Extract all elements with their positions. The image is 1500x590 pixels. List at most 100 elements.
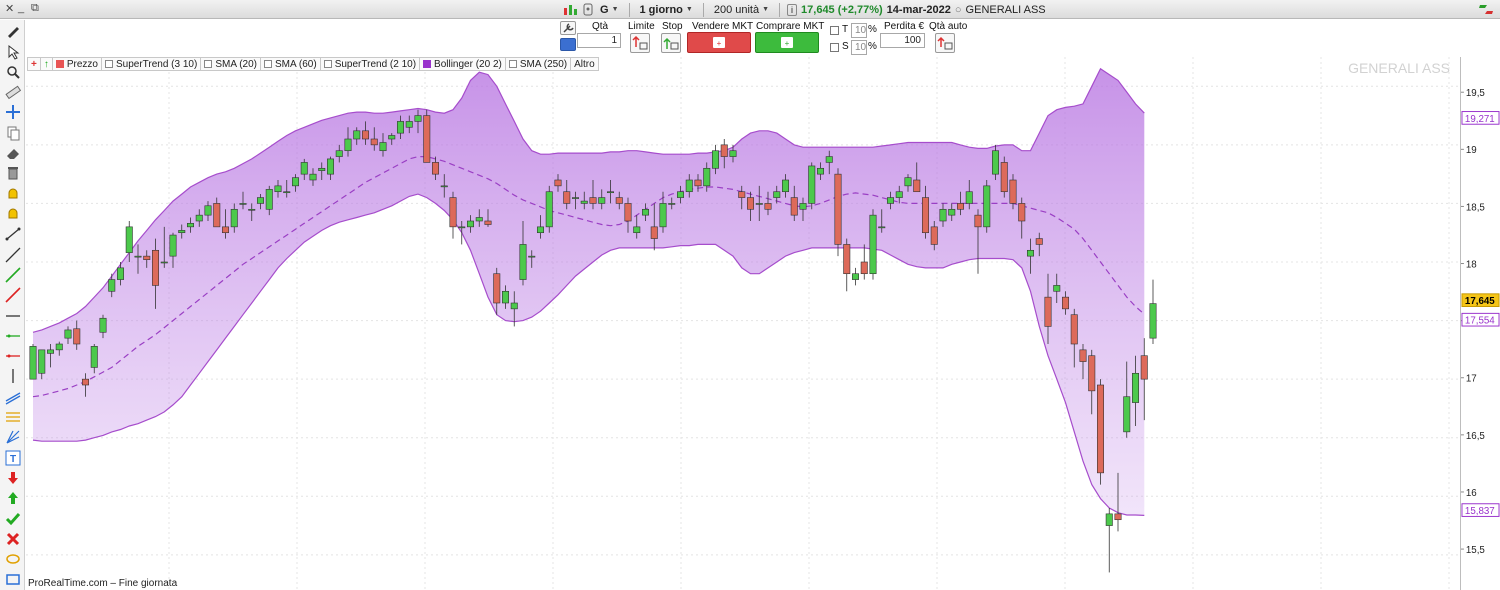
trendline-red-icon[interactable] <box>3 286 22 304</box>
qty-auto-icon[interactable] <box>935 33 955 53</box>
candle-body <box>825 156 833 163</box>
limit-order-icon[interactable] <box>630 33 650 53</box>
legend-item[interactable]: SuperTrend (2 10) <box>319 57 420 71</box>
rectangle-icon[interactable] <box>3 570 22 588</box>
candle <box>29 344 37 380</box>
legend-item[interactable]: SuperTrend (3 10) <box>100 57 201 71</box>
zoom-icon[interactable] <box>3 63 22 81</box>
link-icon[interactable] <box>583 3 593 16</box>
legend-item[interactable]: Bollinger (20 2) <box>419 57 505 71</box>
fan-icon[interactable] <box>3 428 22 446</box>
channel-icon[interactable] <box>3 388 22 406</box>
bell-icon[interactable] <box>3 205 22 223</box>
candle-body <box>274 185 282 193</box>
info-icon[interactable]: i <box>787 3 798 16</box>
legend-swatch <box>55 60 64 68</box>
checkmark-icon[interactable] <box>3 510 22 528</box>
horizontal-line-icon[interactable] <box>3 307 22 325</box>
legend-item[interactable]: SMA (60) <box>260 57 320 71</box>
pointer-icon[interactable] <box>3 43 22 61</box>
bollinger-band-fill <box>33 68 1145 516</box>
legend-item[interactable]: SMA (250) <box>504 57 571 71</box>
units-selector[interactable]: 200 unità ▼ <box>711 4 772 16</box>
candle-body <box>729 150 737 157</box>
candle-body <box>143 255 151 260</box>
qty-input[interactable]: 1 <box>577 33 621 48</box>
candle-body <box>781 179 789 193</box>
horizontal-red-icon[interactable] <box>3 347 22 365</box>
loss-input[interactable]: 100 <box>880 33 925 48</box>
price-chart[interactable]: GENERALI ASS <box>26 57 1460 590</box>
stop-order-icon[interactable] <box>661 33 681 53</box>
candle-body <box>895 191 903 198</box>
candle-body <box>694 179 702 187</box>
stop-checkbox[interactable] <box>830 43 839 52</box>
move-icon[interactable] <box>3 103 22 121</box>
lower-band-tag: 15,837 <box>1461 503 1500 517</box>
qty-auto-label: Qtà auto <box>929 21 968 32</box>
arrow-up-icon[interactable] <box>3 489 22 507</box>
drawing-toolbar: T <box>0 20 25 590</box>
trendline-icon[interactable] <box>3 246 22 264</box>
chevron-down-icon: ▼ <box>685 6 693 13</box>
timeframe-selector[interactable]: 1 giorno ▼ <box>637 4 696 16</box>
candle-body <box>117 267 125 280</box>
candle-body <box>484 220 492 225</box>
add-indicator-button[interactable]: + <box>27 57 40 71</box>
middle-band-tag: 17,554 <box>1461 312 1500 327</box>
add-drawing-button[interactable]: ↑ <box>39 57 52 71</box>
candle-body <box>248 208 256 211</box>
candle-body <box>519 244 527 280</box>
cross-icon[interactable] <box>3 530 22 548</box>
alert-bell-icon[interactable] <box>3 185 22 203</box>
horizontal-green-icon[interactable] <box>3 327 22 345</box>
chevron-down-icon: ▼ <box>762 6 770 13</box>
trendline-green-icon[interactable] <box>3 266 22 284</box>
arrow-down-icon[interactable] <box>3 469 22 487</box>
candle-body <box>466 220 474 228</box>
buy-market-button[interactable]: + <box>755 32 819 53</box>
candle <box>983 180 991 233</box>
copy-icon[interactable] <box>3 124 22 142</box>
sell-market-button[interactable]: + <box>687 32 751 53</box>
ruler-icon[interactable] <box>3 83 22 101</box>
legend-label: Prezzo <box>66 58 98 70</box>
legend-swatch <box>204 60 213 68</box>
eraser-icon[interactable] <box>3 144 22 162</box>
trash-icon[interactable] <box>3 164 22 182</box>
stop-input[interactable]: 10 <box>851 40 867 55</box>
candle-body <box>283 191 291 194</box>
candle-body <box>1079 349 1087 362</box>
chart-type-icon[interactable] <box>563 3 579 16</box>
text-tool-icon[interactable]: T <box>3 449 22 467</box>
fibonacci-icon[interactable] <box>3 408 22 426</box>
candle-body <box>353 130 361 140</box>
minimize-window-icon[interactable]: _ <box>18 2 24 14</box>
candle-body <box>195 214 203 222</box>
maximize-window-icon[interactable]: ⧉ <box>31 2 39 15</box>
legend-item[interactable]: Prezzo <box>51 57 101 71</box>
axis-tick-label: 17 <box>1466 374 1477 385</box>
target-checkbox[interactable] <box>830 26 839 35</box>
segment-icon[interactable] <box>3 225 22 243</box>
pencil-icon[interactable] <box>3 22 22 40</box>
price-axis[interactable]: 15,51616,51717,51818,51919,5 19,27115,83… <box>1460 57 1500 590</box>
candle-body <box>64 329 72 339</box>
vertical-line-icon[interactable] <box>3 367 22 385</box>
qty-label: Qtà <box>592 21 609 32</box>
candle <box>1149 279 1157 344</box>
wrench-icon[interactable] <box>560 21 576 35</box>
status-dot-icon: ○ <box>954 3 962 16</box>
ticker-selector[interactable]: G ▼ <box>597 4 622 16</box>
keyboard-icon[interactable] <box>560 38 576 51</box>
ellipse-icon[interactable] <box>3 550 22 568</box>
candle-body <box>152 249 160 286</box>
legend-item[interactable]: SMA (20) <box>200 57 260 71</box>
candle-body <box>1062 296 1070 310</box>
legend-swatch <box>104 60 113 68</box>
legend-item[interactable]: Altro <box>570 57 599 71</box>
target-input[interactable]: 10 <box>851 23 867 38</box>
candle <box>834 168 842 257</box>
close-window-icon[interactable]: ✕ <box>5 2 14 15</box>
candle-body <box>344 138 352 152</box>
